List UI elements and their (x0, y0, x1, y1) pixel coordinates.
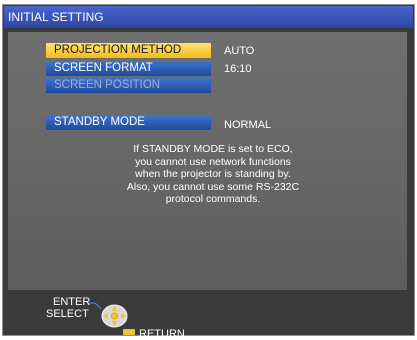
operation-guide: ENTER SELECT RETURN (3, 291, 414, 340)
menu-item-screen-position: SCREEN POSITION (46, 78, 211, 93)
select-label: SELECT (46, 308, 89, 320)
note-line: you cannot use network functions (135, 155, 291, 168)
window-title: INITIAL SETTING (4, 6, 413, 28)
note-line: If STANDBY MODE is set to ECO, (133, 143, 293, 155)
standby-mode-note: If STANDBY MODE is set to ECO, you canno… (118, 143, 308, 206)
return-button-icon (123, 329, 135, 335)
return-label: RETURN (139, 328, 185, 340)
note-line: when the projector is standing by. (135, 168, 291, 180)
projection-method-value: AUTO (224, 45, 255, 57)
screen-format-value: 16:10 (224, 63, 252, 75)
note-line: Also, you cannot use some RS-232C (126, 180, 300, 193)
direction-pad-icon (101, 304, 128, 328)
enter-label: ENTER (53, 296, 91, 308)
settings-panel: PROJECTION METHOD AUTO SCREEN FORMAT 16:… (8, 32, 407, 290)
standby-mode-value: NORMAL (224, 119, 272, 131)
menu-item-screen-format[interactable]: SCREEN FORMAT (46, 61, 211, 76)
initial-setting-window: INITIAL SETTING PROJECTION METHOD AUTO S… (2, 4, 415, 340)
note-line: protocol commands. (165, 193, 261, 205)
menu-item-projection-method[interactable]: PROJECTION METHOD (46, 43, 211, 58)
menu-item-standby-mode[interactable]: STANDBY MODE (46, 115, 211, 130)
